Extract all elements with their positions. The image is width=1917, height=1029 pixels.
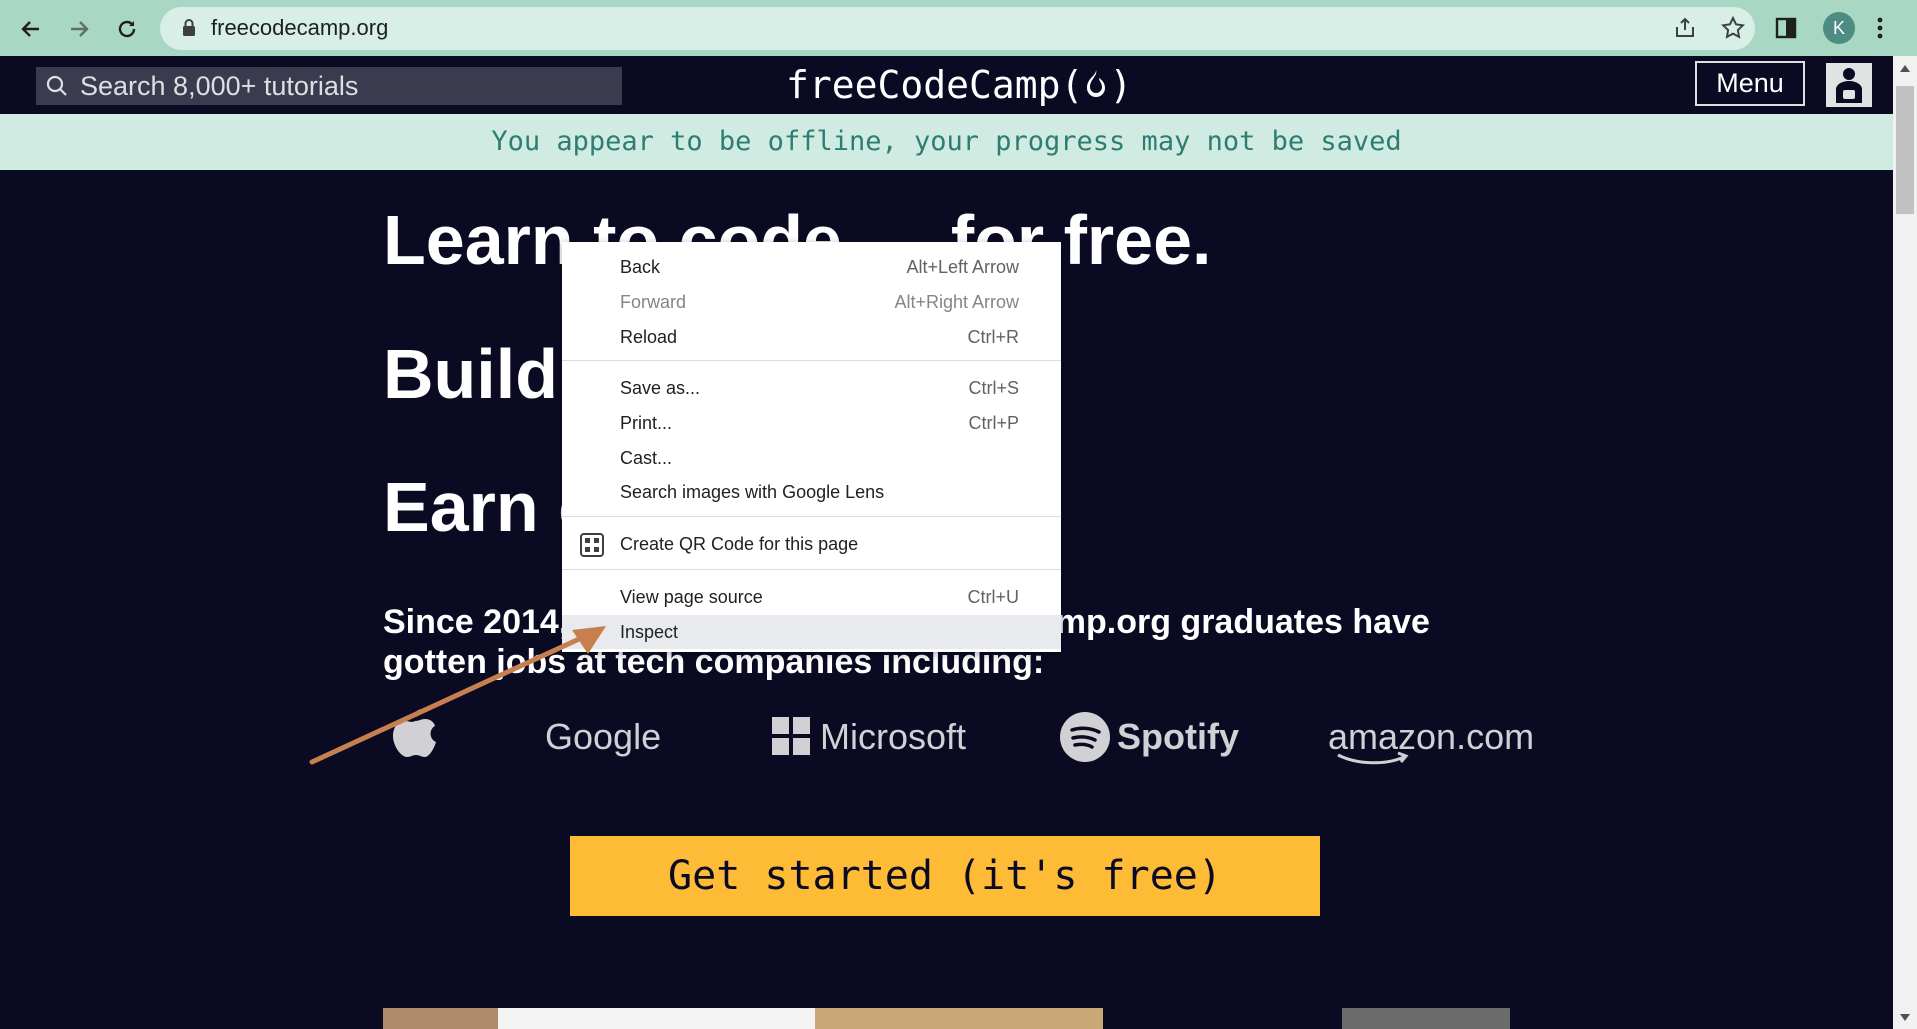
url-text[interactable]: freecodecamp.org: [211, 14, 388, 42]
menu-item-qr-code[interactable]: Create QR Code for this page: [562, 527, 1061, 561]
graduate-photo: [383, 1008, 1103, 1029]
menu-item-shortcut: Alt+Left Arrow: [906, 256, 1019, 277]
menu-separator: [562, 360, 1061, 361]
search-placeholder[interactable]: Search 8,000+ tutorials: [80, 69, 358, 103]
menu-item-inspect[interactable]: Inspect: [562, 615, 1061, 649]
menu-item-shortcut: Ctrl+U: [967, 586, 1019, 607]
menu-item-label: Cast...: [620, 447, 673, 468]
menu-item-shortcut: Alt+Right Arrow: [894, 291, 1019, 312]
menu-item-print[interactable]: Print... Ctrl+P: [562, 406, 1061, 440]
arrow-left-icon: [21, 21, 39, 37]
spotify-logo: Spotify: [1117, 716, 1239, 757]
menu-item-cast[interactable]: Cast...: [562, 441, 1061, 475]
qr-code-icon: [580, 533, 604, 557]
menu-separator: [562, 516, 1061, 517]
lock-icon[interactable]: [181, 18, 197, 38]
side-panel-icon[interactable]: [1774, 16, 1798, 40]
forward-button[interactable]: [62, 12, 96, 46]
menu-item-shortcut: Ctrl+P: [968, 412, 1019, 433]
menu-item-view-source[interactable]: View page source Ctrl+U: [562, 580, 1061, 614]
menu-button[interactable]: Menu: [1695, 61, 1805, 106]
spotify-logo-icon: [1060, 712, 1110, 762]
menu-item-reload[interactable]: Reload Ctrl+R: [562, 320, 1061, 354]
menu-separator: [562, 569, 1061, 570]
bookmark-star-icon[interactable]: [1720, 15, 1746, 41]
menu-item-label: Save as...: [620, 377, 701, 398]
menu-item-label: Inspect: [620, 621, 679, 642]
profile-avatar[interactable]: K: [1823, 12, 1855, 44]
offline-message: You appear to be offline, your progress …: [491, 126, 1402, 157]
scroll-down-arrow-icon[interactable]: [1899, 1012, 1911, 1022]
arrow-right-icon: [71, 21, 89, 37]
get-started-button[interactable]: Get started (it's free): [570, 836, 1320, 916]
search-icon: [46, 75, 67, 96]
reload-icon: [118, 20, 136, 38]
menu-item-back[interactable]: Back Alt+Left Arrow: [562, 250, 1061, 284]
menu-item-label: Print...: [620, 412, 673, 433]
menu-item-label: Forward: [620, 291, 687, 312]
menu-item-shortcut: Ctrl+R: [967, 326, 1019, 347]
reload-button[interactable]: [110, 12, 144, 46]
more-vert-icon[interactable]: [1875, 16, 1885, 40]
annotation-arrow: [309, 626, 606, 765]
microsoft-logo-icon: [772, 717, 810, 755]
site-logo[interactable]: freeCodeCamp( ): [786, 60, 1132, 110]
menu-item-label: Search images with Google Lens: [620, 481, 885, 502]
menu-item-label: View page source: [620, 586, 763, 607]
logo-text: freeCodeCamp(: [786, 63, 1084, 107]
share-icon[interactable]: [1673, 16, 1697, 40]
menu-item-shortcut: Ctrl+S: [968, 377, 1019, 398]
menu-item-label: Reload: [620, 326, 678, 347]
address-bar[interactable]: [160, 7, 1755, 50]
menu-item-label: Back: [620, 256, 661, 277]
logo-text-end: ): [1109, 63, 1133, 107]
menu-item-save-as[interactable]: Save as... Ctrl+S: [562, 371, 1061, 405]
amazon-smile-icon: [1337, 751, 1409, 765]
user-avatar-icon: [1836, 68, 1862, 103]
menu-item-google-lens[interactable]: Search images with Google Lens: [562, 475, 1061, 509]
scroll-up-arrow-icon[interactable]: [1899, 64, 1911, 74]
microsoft-logo: Microsoft: [820, 716, 967, 757]
flame-icon: [1087, 70, 1106, 97]
graduate-photo: [1270, 1008, 1510, 1029]
menu-item-forward[interactable]: Forward Alt+Right Arrow: [562, 285, 1061, 319]
menu-item-label: Create QR Code for this page: [620, 533, 859, 554]
user-avatar-button[interactable]: [1826, 63, 1872, 107]
scrollbar-thumb[interactable]: [1896, 86, 1914, 214]
back-button[interactable]: [14, 12, 48, 46]
